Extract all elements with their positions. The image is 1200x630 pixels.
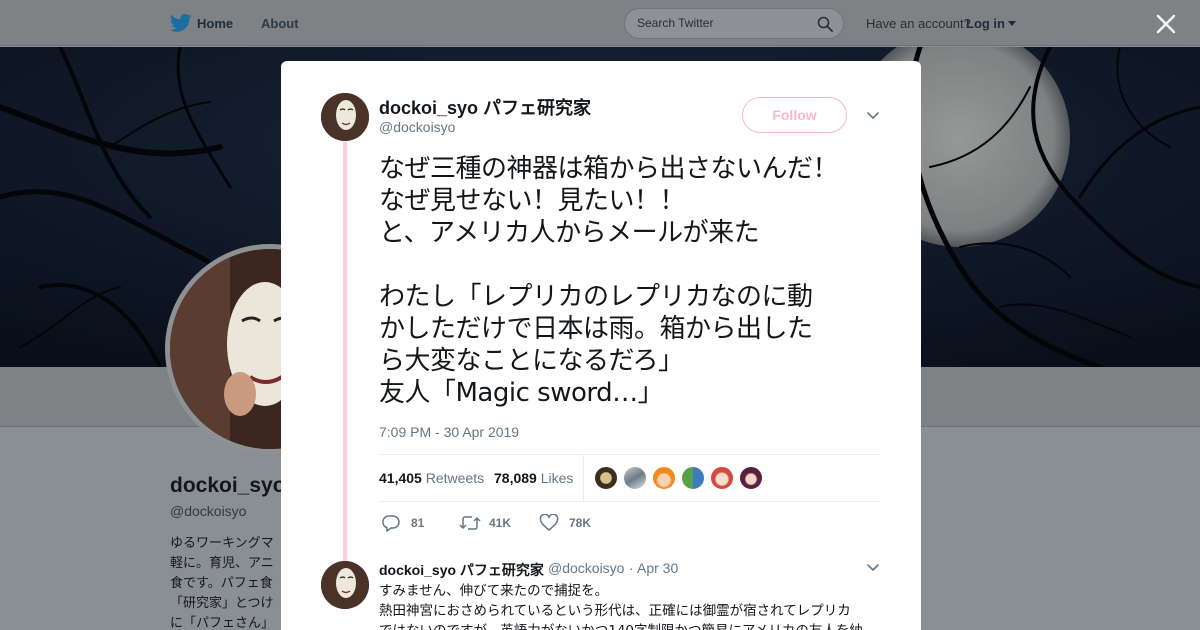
tweet-actions: 81 41K 78K <box>379 513 679 533</box>
likes-label: Likes <box>540 470 574 486</box>
have-account-text: Have an account? <box>866 16 971 31</box>
liker-avatar[interactable] <box>739 466 763 490</box>
chevron-down-icon[interactable] <box>865 108 881 124</box>
tweet-author-handle[interactable]: @dockoisyo <box>379 119 455 135</box>
liker-avatar[interactable] <box>594 466 618 490</box>
close-icon[interactable] <box>1155 13 1177 35</box>
noh-mask-avatar-image <box>321 93 369 141</box>
retweet-icon <box>459 516 481 530</box>
stats-divider <box>583 455 584 501</box>
profile-name: dockoi_syo <box>170 474 286 497</box>
tweet-author-avatar[interactable] <box>321 93 369 141</box>
retweet-count: 41K <box>489 516 512 530</box>
reply-text: すみません、伸びて来たので捕捉を。 熱田神宮におさめられているという形代は、正確… <box>379 583 863 630</box>
login-chevron-down-icon[interactable] <box>1008 21 1016 26</box>
retweets-count: 41,405 <box>379 470 422 486</box>
reply-count: 81 <box>411 516 425 530</box>
liker-avatar[interactable] <box>623 466 647 490</box>
search-placeholder: Search Twitter <box>637 16 714 30</box>
reply-chevron-down-icon[interactable] <box>865 560 881 576</box>
top-navigation-bar: Home About Search Twitter Have an accoun… <box>0 0 1200 46</box>
search-icon[interactable] <box>817 16 833 32</box>
thread-connector-line <box>343 142 347 562</box>
follow-button[interactable]: Follow <box>742 97 847 133</box>
reply-author-handle[interactable]: @dockoisyo <box>548 560 624 576</box>
nav-about-link[interactable]: About <box>261 16 299 31</box>
tweet-permalink-modal: dockoi_syo パフェ研究家 @dockoisyo Follow なぜ三種… <box>281 61 921 630</box>
liker-avatar[interactable] <box>681 466 705 490</box>
liker-avatar[interactable] <box>710 466 734 490</box>
heart-icon <box>539 514 559 531</box>
tweet-author-name[interactable]: dockoi_syo パフェ研究家 <box>379 94 591 120</box>
tweet-text: なぜ三種の神器は箱から出さないんだ！ なぜ見せない！見たい！！ と、アメリカ人か… <box>379 154 839 408</box>
reply-author-name[interactable]: dockoi_syo パフェ研究家 <box>379 560 544 580</box>
retweets-label: Retweets <box>425 470 485 486</box>
liker-avatar[interactable] <box>652 466 676 490</box>
profile-handle[interactable]: @dockoisyo <box>170 503 246 519</box>
like-count: 78K <box>569 516 592 530</box>
likes-stat[interactable]: 78,089 Likes <box>494 470 573 486</box>
tweet-timestamp[interactable]: 7:09 PM - 30 Apr 2019 <box>379 424 519 440</box>
tweet-stats: 41,405 Retweets 78,089 Likes <box>379 454 881 502</box>
nav-home-link[interactable]: Home <box>197 16 233 31</box>
likes-count: 78,089 <box>494 470 537 486</box>
reply-author-avatar[interactable] <box>321 561 369 609</box>
reply-icon <box>382 515 400 532</box>
reply-date[interactable]: Apr 30 <box>637 560 678 576</box>
twitter-bird-icon[interactable] <box>170 13 192 33</box>
noh-mask-avatar-image <box>321 561 369 609</box>
search-input[interactable]: Search Twitter <box>624 8 844 39</box>
retweets-stat[interactable]: 41,405 Retweets <box>379 470 484 486</box>
login-link[interactable]: Log in <box>966 16 1005 31</box>
reply-separator: · <box>629 560 634 576</box>
